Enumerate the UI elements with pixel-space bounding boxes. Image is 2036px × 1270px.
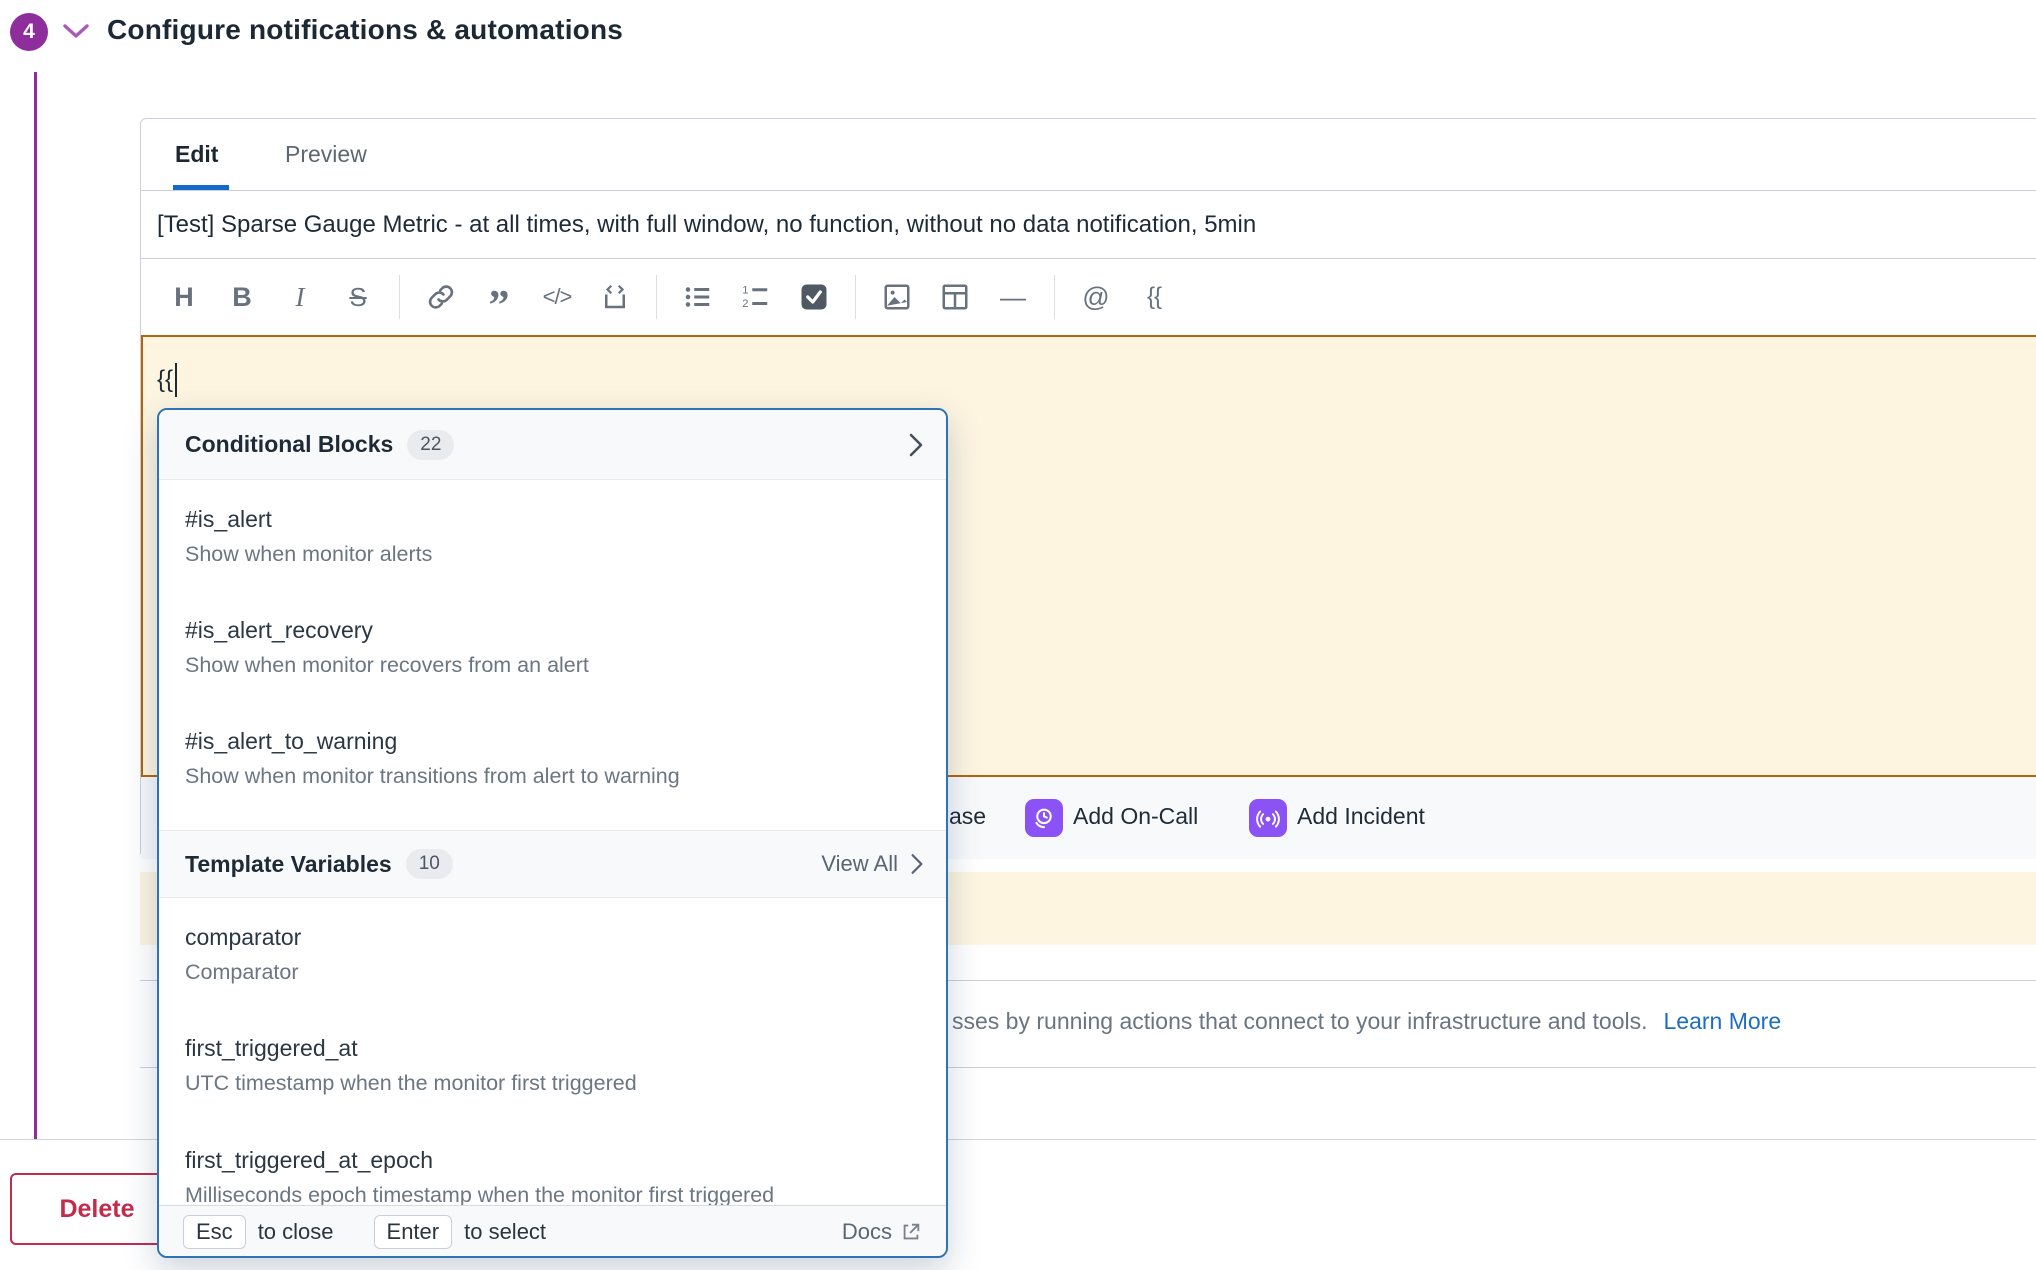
strikethrough-icon: S: [349, 284, 366, 310]
dropdown-item-is-alert[interactable]: #is_alert Show when monitor alerts: [159, 506, 946, 567]
bullet-list-icon: [683, 282, 713, 312]
item-description: Comparator: [185, 960, 946, 985]
link-button[interactable]: [424, 276, 458, 318]
item-name: first_triggered_at: [185, 1035, 946, 1062]
toolbar-divider: [656, 275, 657, 319]
image-icon: [882, 282, 912, 312]
horizontal-rule-button[interactable]: —: [996, 276, 1030, 318]
italic-button[interactable]: I: [283, 276, 317, 318]
markdown-toolbar: H B I S ” </> 12: [141, 259, 2036, 335]
enter-key-hint: Enter: [374, 1215, 453, 1249]
image-button[interactable]: [880, 276, 914, 318]
chevron-right-icon[interactable]: [908, 432, 924, 458]
numbered-list-button[interactable]: 12: [739, 276, 773, 318]
dropdown-footer: Esc to close Enter to select Docs: [159, 1205, 946, 1258]
esc-key-hint: Esc: [183, 1215, 246, 1249]
chevron-right-icon[interactable]: [910, 852, 924, 876]
blockquote-button[interactable]: ”: [482, 276, 516, 318]
docs-label: Docs: [842, 1219, 892, 1245]
dropdown-item-is-alert-recovery[interactable]: #is_alert_recovery Show when monitor rec…: [159, 617, 946, 678]
bullet-list-button[interactable]: [681, 276, 715, 318]
add-case-button[interactable]: ase: [949, 803, 986, 830]
code-block-icon: [600, 282, 630, 312]
template-variables-header[interactable]: Template Variables 10 View All: [159, 830, 946, 898]
step-number-badge: 4: [10, 13, 48, 51]
add-on-call-button[interactable]: Add On-Call: [1073, 803, 1198, 830]
notification-title-input[interactable]: [Test] Sparse Gauge Metric - at all time…: [141, 191, 2036, 259]
table-button[interactable]: [938, 276, 972, 318]
section-title: Conditional Blocks: [185, 431, 393, 458]
item-description: Show when monitor transitions from alert…: [185, 764, 946, 789]
task-list-icon: [799, 282, 829, 312]
docs-link[interactable]: Docs: [842, 1219, 922, 1245]
item-description: Show when monitor recovers from an alert: [185, 653, 946, 678]
collapse-chevron-icon[interactable]: [62, 22, 90, 45]
text-cursor: [175, 363, 177, 397]
link-icon: [426, 282, 456, 312]
esc-hint-text: to close: [258, 1219, 334, 1245]
enter-hint-text: to select: [464, 1219, 546, 1245]
blockquote-icon: ”: [489, 298, 510, 315]
code-block-button[interactable]: [598, 276, 632, 318]
code-button[interactable]: </>: [540, 276, 574, 318]
count-badge: 10: [406, 849, 453, 879]
monitor-config-screen: 4 Configure notifications & automations …: [0, 0, 2036, 1270]
toolbar-divider: [855, 275, 856, 319]
section-title: Template Variables: [185, 851, 392, 878]
template-variable-button[interactable]: {{: [1137, 276, 1171, 318]
dropdown-item-comparator[interactable]: comparator Comparator: [159, 924, 946, 985]
view-all-link[interactable]: View All: [821, 851, 898, 877]
item-description: UTC timestamp when the monitor first tri…: [185, 1071, 946, 1096]
on-call-icon: [1025, 799, 1063, 837]
numbered-list-icon: 12: [741, 282, 771, 312]
active-tab-underline: [173, 185, 229, 190]
horizontal-rule-icon: —: [1000, 284, 1026, 310]
automation-description: sses by running actions that connect to …: [952, 1008, 1648, 1034]
incident-icon: [1249, 799, 1287, 837]
item-name: comparator: [185, 924, 946, 951]
add-incident-button[interactable]: Add Incident: [1297, 803, 1425, 830]
dropdown-item-first-triggered-at-epoch[interactable]: first_triggered_at_epoch Milliseconds ep…: [159, 1147, 946, 1208]
step-connector-line: [34, 72, 37, 1139]
template-variable-icon: {{: [1147, 285, 1161, 309]
italic-icon: I: [296, 284, 305, 311]
toolbar-divider: [399, 275, 400, 319]
message-text: {{: [157, 366, 173, 394]
toolbar-divider: [1054, 275, 1055, 319]
page-title: Configure notifications & automations: [107, 14, 623, 46]
bold-button[interactable]: B: [225, 276, 259, 318]
item-name: #is_alert_to_warning: [185, 728, 946, 755]
template-autocomplete-dropdown: Conditional Blocks 22 #is_alert Show whe…: [157, 408, 948, 1258]
tab-edit[interactable]: Edit: [175, 119, 218, 189]
bold-icon: B: [232, 284, 252, 311]
learn-more-link[interactable]: Learn More: [1664, 1008, 1782, 1034]
mention-button[interactable]: @: [1079, 276, 1113, 318]
external-link-icon: [900, 1221, 922, 1243]
tab-preview[interactable]: Preview: [285, 119, 367, 189]
heading-button[interactable]: H: [167, 276, 201, 318]
item-name: first_triggered_at_epoch: [185, 1147, 946, 1174]
editor-tab-bar: Edit Preview: [141, 119, 2036, 191]
strikethrough-button[interactable]: S: [341, 276, 375, 318]
conditional-blocks-header[interactable]: Conditional Blocks 22: [159, 410, 946, 480]
svg-text:2: 2: [742, 298, 748, 310]
table-icon: [940, 282, 970, 312]
item-name: #is_alert_recovery: [185, 617, 946, 644]
task-list-button[interactable]: [797, 276, 831, 318]
svg-text:1: 1: [742, 284, 748, 296]
item-name: #is_alert: [185, 506, 946, 533]
mention-icon: @: [1082, 284, 1109, 311]
heading-icon: H: [174, 284, 194, 311]
count-badge: 22: [407, 430, 454, 460]
code-icon: </>: [543, 286, 572, 308]
notification-title-value: [Test] Sparse Gauge Metric - at all time…: [157, 211, 1256, 239]
dropdown-item-is-alert-to-warning[interactable]: #is_alert_to_warning Show when monitor t…: [159, 728, 946, 789]
dropdown-item-first-triggered-at[interactable]: first_triggered_at UTC timestamp when th…: [159, 1035, 946, 1096]
item-description: Show when monitor alerts: [185, 542, 946, 567]
